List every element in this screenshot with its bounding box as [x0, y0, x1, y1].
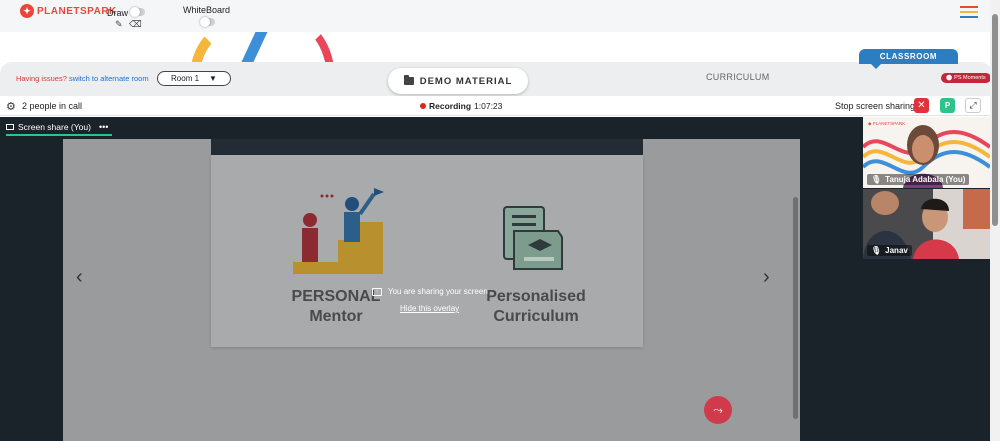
- logo-mark-icon: ✦: [20, 4, 34, 18]
- hide-overlay-link[interactable]: Hide this overlay: [400, 304, 459, 313]
- hamburger-icon[interactable]: [960, 6, 978, 18]
- participant-name-janav: 🎙 Janav: [867, 245, 912, 256]
- shared-screen: PERSONAL Mentor Personalised Curriculum …: [63, 139, 800, 441]
- page-scrollbar[interactable]: [990, 0, 1000, 441]
- classroom-page: ✦ PLANETSPARK Draw ✎ ⌫ WhiteBoard Having…: [0, 0, 1000, 441]
- classroom-tab[interactable]: CLASSROOM: [859, 49, 958, 69]
- mentor-illustration: [293, 188, 384, 274]
- participant-name-self: 🎙 Tanuja Adabala (You): [867, 174, 970, 185]
- share-icon: ⤳: [713, 402, 723, 417]
- expand-icon[interactable]: ⤢: [965, 98, 981, 113]
- participant-name-text: Janav: [885, 246, 908, 255]
- svg-text:◆ PLANETSPARK: ◆ PLANETSPARK: [868, 121, 905, 126]
- room-select[interactable]: Room 1 ▼: [157, 71, 231, 86]
- ps-moments-button[interactable]: ⬤ PS Moments: [941, 73, 991, 83]
- pencil-icon[interactable]: ✎: [115, 19, 123, 30]
- people-count[interactable]: 2 people in call: [22, 101, 82, 111]
- participant-tile-self[interactable]: ◆ PLANETSPARK 🎙 Tanuja Adabala (You): [863, 117, 990, 188]
- participant-name-text: Tanuja Adabala (You): [885, 175, 966, 184]
- whiteboard-label: WhiteBoard: [183, 5, 231, 15]
- issues-text: Having issues? switch to alternate room: [16, 74, 149, 83]
- stop-sharing-button[interactable]: ✕: [914, 98, 929, 113]
- video-area: Screen share (You) ••• PERSONAL Mentor P…: [0, 117, 990, 441]
- screen-share-label: Screen share (You): [18, 122, 91, 132]
- recording-status: Recording 1:07:23: [420, 101, 502, 111]
- share-button[interactable]: ⤳: [704, 396, 732, 424]
- camera-icon: ⬤: [946, 75, 953, 81]
- stop-sharing-label: Stop screen sharing: [835, 101, 916, 111]
- logo-text: PLANETSPARK: [37, 5, 117, 17]
- draw-label: Draw: [107, 8, 129, 18]
- mic-icon: 🎙: [871, 246, 882, 255]
- room-select-value: Room 1: [171, 74, 200, 83]
- alternate-room-link[interactable]: switch to alternate room: [69, 74, 149, 83]
- participant-avatar[interactable]: P: [940, 98, 955, 113]
- recording-time: 1:07:23: [474, 101, 503, 111]
- more-icon[interactable]: •••: [99, 122, 108, 132]
- classroom-bar: Having issues? switch to alternate room …: [0, 62, 992, 96]
- screen-share-tab[interactable]: Screen share (You) •••: [6, 120, 113, 136]
- gear-icon[interactable]: ⚙: [6, 100, 16, 113]
- curriculum-title-line2: Curriculum: [493, 308, 579, 325]
- issues-label: Having issues?: [16, 74, 67, 83]
- screen-share-overlay-icon: ↑: [372, 287, 382, 296]
- screen-share-icon: [6, 124, 14, 130]
- chevron-left-icon[interactable]: ‹: [76, 266, 83, 289]
- slide-header-bar: [211, 139, 643, 155]
- mic-icon: 🎙: [871, 175, 882, 184]
- close-icon: ✕: [917, 100, 926, 111]
- mentor-title-line2: Mentor: [309, 308, 363, 325]
- curriculum-illustration: [503, 206, 563, 270]
- planetspark-logo: ✦ PLANETSPARK: [20, 4, 117, 18]
- sharing-overlay-message: ↑ You are sharing your screen: [372, 287, 488, 296]
- caret-down-icon: ▼: [209, 74, 217, 83]
- folder-icon: [403, 75, 414, 85]
- sharing-message-text: You are sharing your screen: [388, 287, 488, 296]
- top-bar: ✦ PLANETSPARK Draw ✎ ⌫ WhiteBoard: [0, 0, 1000, 32]
- decor-arc-red: [255, 32, 335, 62]
- recording-dot-icon: [420, 103, 426, 109]
- shared-screen-scrollbar[interactable]: [793, 197, 798, 419]
- chevron-right-icon[interactable]: ›: [763, 266, 770, 289]
- eraser-icon[interactable]: ⌫: [129, 19, 142, 30]
- curriculum-tab[interactable]: CURRICULUM: [706, 72, 770, 82]
- recording-label: Recording: [429, 101, 472, 111]
- hero-decoration: [0, 32, 1000, 62]
- demo-material-button[interactable]: DEMO MATERIAL: [388, 68, 528, 94]
- call-header: ⚙ 2 people in call Recording 1:07:23 Sto…: [0, 96, 990, 116]
- page-scrollbar-thumb[interactable]: [992, 14, 998, 226]
- participant-tile-janav[interactable]: 🎙 Janav: [863, 189, 990, 259]
- demo-material-label: DEMO MATERIAL: [419, 75, 513, 87]
- ps-moments-label: PS Moments: [954, 75, 986, 81]
- draw-toggle[interactable]: [130, 7, 145, 17]
- whiteboard-toggle[interactable]: [200, 17, 215, 27]
